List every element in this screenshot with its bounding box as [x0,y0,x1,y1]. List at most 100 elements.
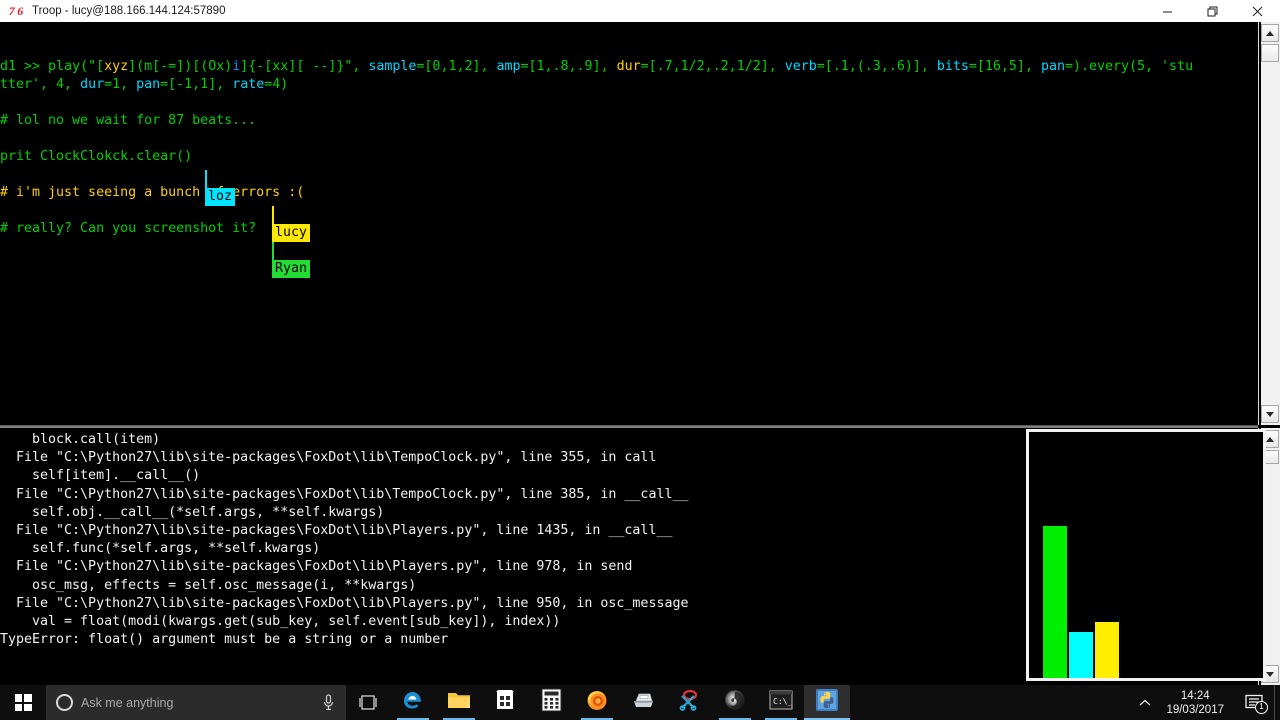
code-token: d1 >> [0,59,49,74]
code-token: dur [80,77,105,92]
microphone-icon[interactable] [320,694,336,711]
code-line: prit ClockClokck.clear() [0,148,1258,166]
taskbar-app-firefox[interactable] [574,685,620,720]
collaborator-name-tag: loz [205,188,236,206]
code-token: , [480,59,497,74]
clock-time: 14:24 [1180,689,1210,702]
code-token: pan [136,77,161,92]
code-token: tter', 4, [0,77,81,92]
code-text[interactable]: d1 >> play("[xyz](m[-=])[(Ox)i]{-[xx][ -… [0,22,1258,238]
scroll-thumb[interactable] [1261,44,1279,62]
taskbar-app-supercollider[interactable] [712,685,758,720]
taskbar-app-command-prompt[interactable]: C:\_ [758,685,804,720]
taskbar-app-python-troop[interactable] [804,685,850,720]
collaborator-name-tag: Ryan [272,260,311,278]
visualiser-bar [1069,632,1093,678]
desktop: 7 6 Troop - lucy@188.166.144.124:57890 d… [0,0,1280,720]
restore-button[interactable] [1190,0,1235,22]
edge-icon [401,688,425,717]
scroll-down-button[interactable] [1261,405,1279,423]
calculator-icon [541,688,562,717]
supercollider-icon [723,688,747,717]
code-token: , [1024,59,1041,74]
windows-logo-icon [14,694,32,711]
snipping-tool-icon [677,688,701,717]
window-title: Troop - lucy@188.166.144.124:57890 [32,5,226,17]
code-token: "[ [88,59,105,74]
window-titlebar: 7 6 Troop - lucy@188.166.144.124:57890 [0,0,1280,22]
taskbar-app-snipping-tool[interactable] [666,685,712,720]
code-token: play [48,59,81,74]
code-token: , [600,59,617,74]
code-token: =[0,1,2] [416,59,481,74]
troop-logo-icon: 7 6 [8,3,24,18]
code-line: d1 >> play("[xyz](m[-=])[(Ox)i]{-[xx][ -… [0,58,1258,76]
code-token: sample [368,59,417,74]
search-box[interactable]: Ask me anything [46,685,346,720]
cortana-icon [56,694,73,711]
taskbar-app-calculator[interactable] [528,685,574,720]
scroll-up-button[interactable] [1261,24,1279,42]
code-token: xx [272,59,289,74]
collaborator-name-tag: lucy [272,224,311,242]
notification-badge: 1 [1255,701,1268,714]
task-view-button[interactable] [346,685,390,720]
code-token: =1, [104,77,137,92]
microsoft-store-icon [494,689,516,717]
code-token: dur [616,59,641,74]
taskbar-app-file-explorer[interactable] [436,685,482,720]
code-token: Ox [208,59,225,74]
code-token: =[-1,1], [160,77,233,92]
taskbar-app-microsoft-store[interactable] [482,685,528,720]
code-token: prit ClockClokck.clear() [0,149,193,164]
clock-date: 19/03/2017 [1166,703,1224,716]
clock[interactable]: 14:24 19/03/2017 [1160,689,1236,717]
code-token: =[.1,(.3,.6)] [816,59,921,74]
code-token: , [920,59,937,74]
caret [272,242,274,260]
code-token: # really? Can you screenshot it? [0,221,257,236]
start-button[interactable] [0,685,46,720]
code-token: =[.7,1/2,.2,1/2] [640,59,769,74]
code-line: tter', 4, dur=1, pan=[-1,1], rate=4) [0,76,1258,94]
code-line: # i'm just seeing a bunch of errors :( [0,184,1258,202]
code-line: # lol no we wait for 87 beats... [0,112,1258,130]
minimize-button[interactable] [1145,0,1190,22]
code-token: bits [936,59,969,74]
windows-taskbar: Ask me anything C:\_ 14:24 19/03/2017 1 [0,685,1280,720]
code-editor[interactable]: d1 >> play("[xyz](m[-=])[(Ox)i]{-[xx][ -… [0,22,1258,425]
show-hidden-icons-button[interactable] [1130,685,1160,720]
code-token: , [768,59,785,74]
editor-scrollbar[interactable] [1258,22,1280,425]
taskbar-app-fax-scan[interactable] [620,685,666,720]
visualiser-bars [1029,432,1263,678]
file-explorer-icon [447,689,471,716]
code-token: rate [232,77,265,92]
python-troop-icon [815,688,839,717]
fax-scan-icon [631,690,656,715]
code-token: =4) [264,77,289,92]
visualiser-bar [1043,526,1067,678]
code-token: pan [1040,59,1065,74]
show-desktop-button[interactable] [1274,685,1280,720]
code-token: # i'm just seeing a bunch of errors :( [0,185,305,200]
code-token: # lol no we wait for 87 beats... [0,113,257,128]
performance-visualiser [1026,429,1266,681]
code-token: ][ --]}" [288,59,353,74]
code-token: ( [80,59,89,74]
code-token: ]( [128,59,145,74]
taskbar-app-edge[interactable] [390,685,436,720]
code-token: xyz [104,59,129,74]
action-center-button[interactable]: 1 [1236,685,1274,720]
search-placeholder: Ask me anything [81,695,174,710]
code-token: m [144,59,153,74]
code-token: , [352,59,369,74]
code-token: =[1,.8,.9] [520,59,601,74]
svg-text:C:\_: C:\_ [773,697,792,706]
scrollbar-edge [1259,22,1261,425]
close-button[interactable] [1235,0,1280,22]
